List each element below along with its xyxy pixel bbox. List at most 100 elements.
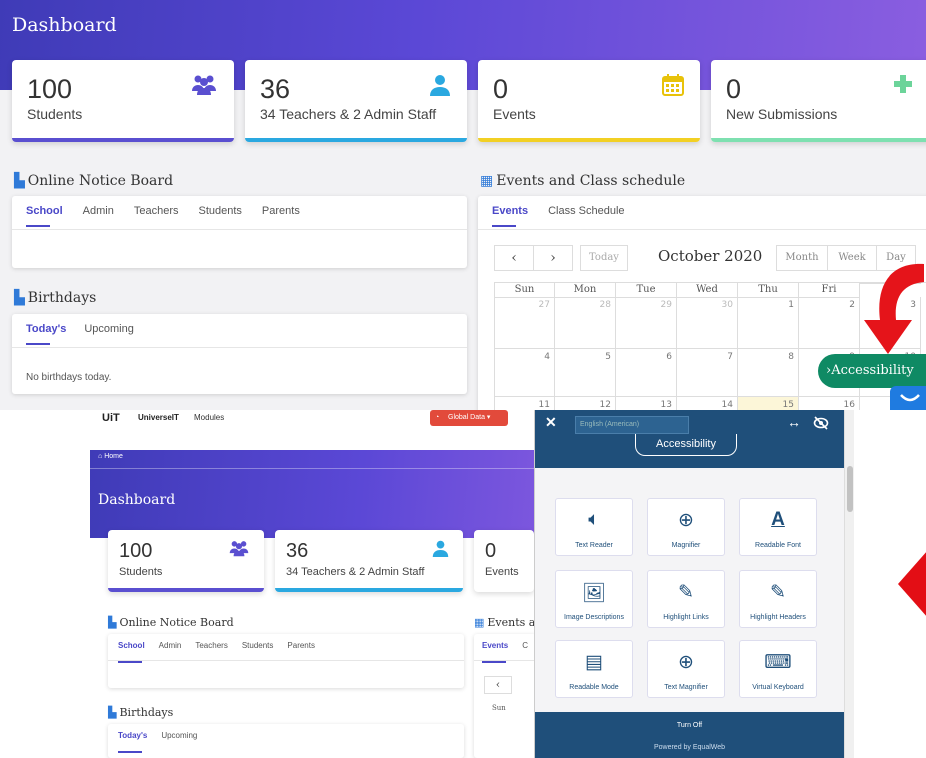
events-count: 0 [493, 74, 509, 104]
powered-by-link[interactable]: Powered by EqualWeb [535, 744, 844, 751]
clipboard-icon: ▙ [14, 290, 25, 306]
highlight-links-option[interactable]: ✎ Highlight Links [647, 570, 725, 628]
calendar-day[interactable]: 16 [799, 397, 860, 410]
calendar-day[interactable]: 13 [616, 397, 677, 410]
language-select[interactable]: English (American) [575, 416, 689, 434]
events-card[interactable]: 0 Events [474, 530, 534, 592]
tab-events[interactable]: Events [492, 205, 528, 227]
tab-admin[interactable]: Admin [159, 641, 182, 650]
calendar-day[interactable]: 8 [738, 349, 799, 397]
calendar-day[interactable]: 11 [495, 397, 555, 410]
staff-card[interactable]: 36 34 Teachers & 2 Admin Staff [275, 530, 463, 592]
brand-logo[interactable]: UiT [102, 412, 120, 424]
tab-todays[interactable]: Today's [118, 731, 147, 753]
submissions-count: 0 [726, 74, 742, 104]
option-label: Text Magnifier [664, 684, 708, 691]
calendar-day[interactable]: 6 [616, 349, 677, 397]
tab-school[interactable]: School [26, 205, 63, 227]
breadcrumb-home: Home [104, 453, 123, 460]
events-panel: Events C ‹ Sun [474, 634, 536, 758]
calendar-day[interactable]: 7 [677, 349, 738, 397]
calendar-day[interactable]: 2 [799, 297, 860, 349]
tab-parents[interactable]: Parents [287, 641, 315, 650]
text-magnifier-option[interactable]: ⊕ Text Magnifier [647, 640, 725, 698]
readable-font-option[interactable]: A Readable Font [739, 498, 817, 556]
accessibility-button[interactable]: ›Accessibility [818, 354, 926, 388]
events-label: Events [493, 106, 536, 122]
chat-widget[interactable] [890, 386, 926, 410]
submissions-card[interactable]: 0 New Submissions [711, 60, 926, 142]
calendar-day[interactable]: 27 [495, 297, 555, 349]
hide-eye-icon[interactable] [813, 416, 829, 430]
tab-teachers[interactable]: Teachers [195, 641, 227, 650]
tab-students[interactable]: Students [199, 205, 242, 217]
month-view-button[interactable]: Month [776, 245, 828, 271]
calendar-day[interactable]: 14 [677, 397, 738, 410]
card-accent-bar [108, 588, 264, 592]
staff-card[interactable]: 36 34 Teachers & 2 Admin Staff [245, 60, 467, 142]
notice-board-tabs: School Admin Teachers Students Parents [26, 205, 300, 227]
events-card[interactable]: 0 Events [478, 60, 700, 142]
card-accent-bar [245, 138, 467, 142]
students-card[interactable]: 100 Students [108, 530, 264, 592]
breadcrumb[interactable]: ⌂ Home [98, 453, 123, 460]
notice-board-tabs: School Admin Teachers Students Parents [118, 641, 315, 663]
highlight-headers-option[interactable]: ✎ Highlight Headers [739, 570, 817, 628]
tab-events[interactable]: Events [482, 641, 508, 663]
tab-upcoming[interactable]: Upcoming [161, 731, 197, 740]
students-card[interactable]: 100 Students [12, 60, 234, 142]
close-icon[interactable]: ✕ [545, 414, 557, 431]
resize-arrows-icon[interactable]: ↔ [787, 414, 801, 430]
red-pointer-arrow-icon [898, 550, 926, 618]
text-reader-option[interactable]: 🔈︎ Text Reader [555, 498, 633, 556]
red-arrow-icon [864, 263, 924, 354]
tab-school[interactable]: School [118, 641, 145, 663]
calendar-day[interactable]: 4 [495, 349, 555, 397]
card-accent-bar [478, 138, 700, 142]
today-button[interactable]: Today [580, 245, 628, 271]
bottom-screenshot: UiT UniverseIT Modules ◔ Global Data ▾ ⌂… [0, 410, 926, 758]
magnifier-icon: ⊕ [678, 510, 694, 531]
tab-teachers[interactable]: Teachers [134, 205, 179, 217]
magnifier-option[interactable]: ⊕ Magnifier [647, 498, 725, 556]
tab-todays[interactable]: Today's [26, 323, 66, 345]
calendar-day[interactable]: 1 [738, 297, 799, 349]
calendar-day-today[interactable]: 15 [738, 397, 799, 410]
next-month-button[interactable]: › [533, 245, 573, 271]
tab-class-schedule[interactable]: Class Schedule [548, 205, 624, 217]
modules-menu[interactable]: Modules [194, 413, 224, 422]
panel-scrollbar[interactable] [844, 410, 854, 758]
events-tabs: Events Class Schedule [492, 205, 625, 227]
notice-board-title: ▙ Online Notice Board [14, 173, 174, 189]
prev-month-button[interactable]: ‹ [484, 676, 512, 694]
turn-off-button[interactable]: Turn Off [535, 722, 844, 729]
option-label: Highlight Headers [750, 614, 806, 621]
tab-parents[interactable]: Parents [262, 205, 300, 217]
image-descriptions-option[interactable]: 🖼︎ Image Descriptions [555, 570, 633, 628]
calendar-day[interactable]: 29 [616, 297, 677, 349]
staff-label: 34 Teachers & 2 Admin Staff [260, 106, 437, 122]
events-label: Events [485, 566, 519, 578]
tab-admin[interactable]: Admin [83, 205, 114, 217]
weekday-header: Fri [799, 283, 860, 298]
speaker-icon: 🔈︎ [588, 509, 600, 530]
page-title: Dashboard [12, 14, 117, 36]
tab-students[interactable]: Students [242, 641, 274, 650]
scrollbar-thumb[interactable] [847, 466, 853, 512]
clipboard-icon: ▙ [108, 616, 117, 629]
readable-mode-option[interactable]: ▤ Readable Mode [555, 640, 633, 698]
virtual-keyboard-option[interactable]: ⌨ Virtual Keyboard [739, 640, 817, 698]
calendar-day[interactable]: 12 [555, 397, 616, 410]
calendar-day[interactable]: 28 [555, 297, 616, 349]
tab-upcoming[interactable]: Upcoming [84, 323, 134, 335]
calendar-day[interactable]: 30 [677, 297, 738, 349]
submissions-label: New Submissions [726, 106, 838, 122]
user-icon [429, 74, 451, 102]
tab-class-schedule[interactable]: C [522, 641, 528, 650]
events-tabs: Events C [482, 641, 528, 663]
brand-name[interactable]: UniverseIT [138, 413, 179, 422]
weekday-header: Thu [738, 283, 799, 298]
calendar-day[interactable]: 5 [555, 349, 616, 397]
prev-month-button[interactable]: ‹ [494, 245, 534, 271]
global-data-dropdown[interactable]: ◔ Global Data ▾ [430, 410, 508, 426]
